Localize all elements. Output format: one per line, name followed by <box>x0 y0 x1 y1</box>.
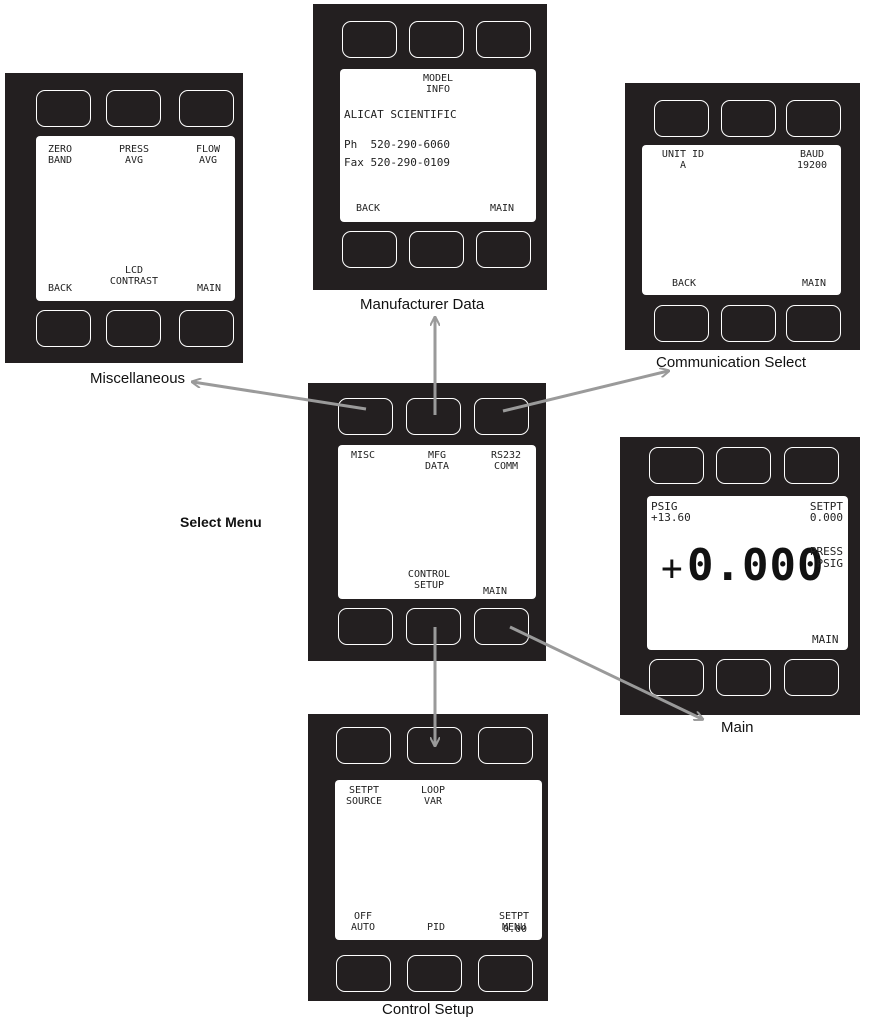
arrow-to-main <box>509 625 702 719</box>
arrow-to-comm <box>502 371 668 413</box>
arrow-to-misc <box>193 382 367 411</box>
navigation-arrows <box>0 0 872 1021</box>
